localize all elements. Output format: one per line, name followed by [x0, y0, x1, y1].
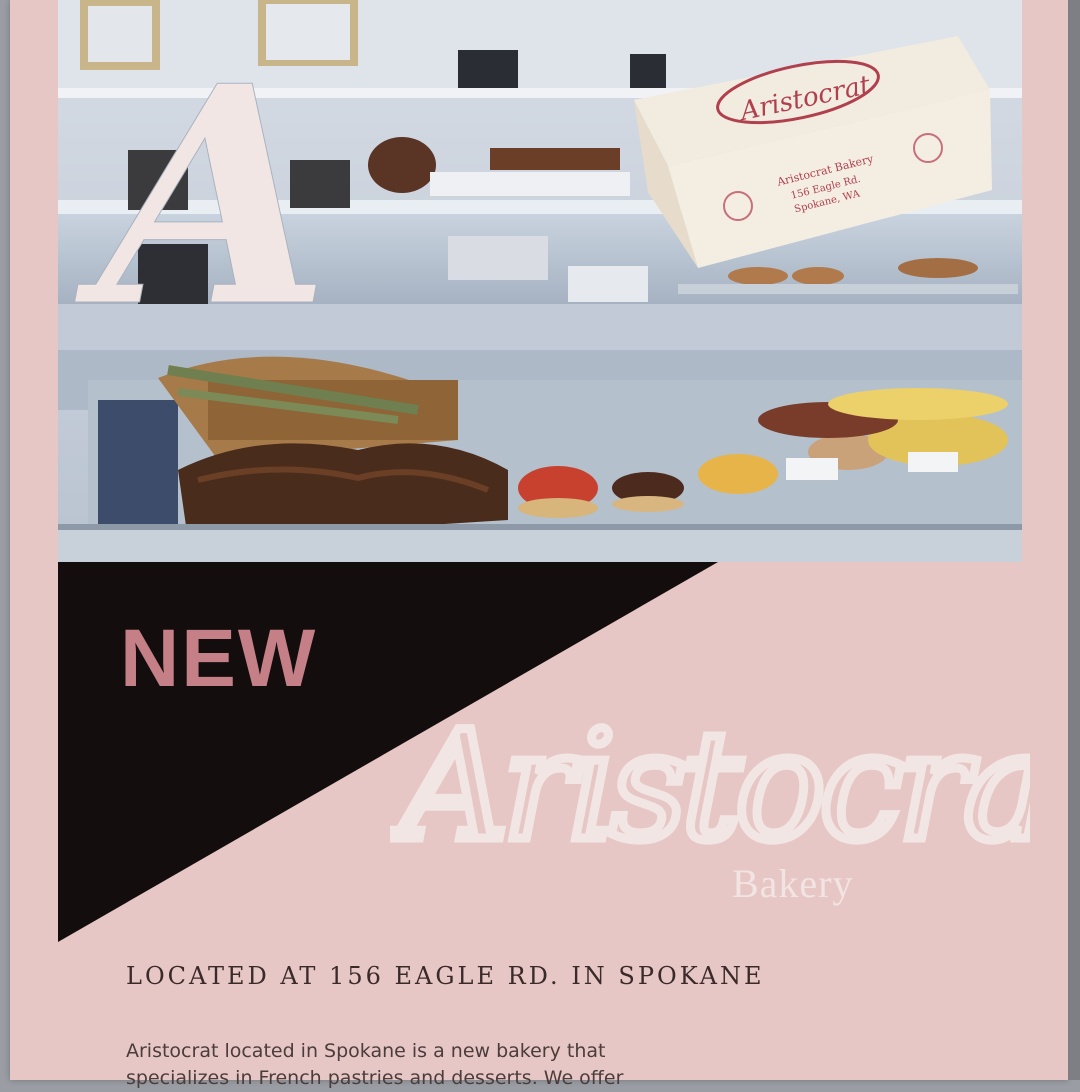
bakery-display-photo: Aristocrat Aristocrat Bakery 156 Eagle R… [58, 0, 1022, 562]
description-line-2: specializes in French pastries and desse… [126, 1067, 624, 1089]
page-edge-shadow [1068, 0, 1080, 1080]
aristocrat-script-logo: Aristocrat [390, 696, 1030, 879]
description: Aristocrat located in Spokane is a new b… [126, 1038, 646, 1092]
flyer-page: Aristocrat Aristocrat Bakery 156 Eagle R… [10, 0, 1068, 1089]
monogram-a: A [75, 20, 331, 373]
location-line: LOCATED AT 156 EAGLE RD. IN SPOKANE [126, 962, 765, 990]
headline-new: NEW [120, 613, 318, 704]
script-wordmark: Aristocrat [390, 700, 1030, 874]
description-line-1: Aristocrat located in Spokane is a new b… [126, 1040, 606, 1062]
bakery-subtitle: Bakery [732, 861, 854, 906]
